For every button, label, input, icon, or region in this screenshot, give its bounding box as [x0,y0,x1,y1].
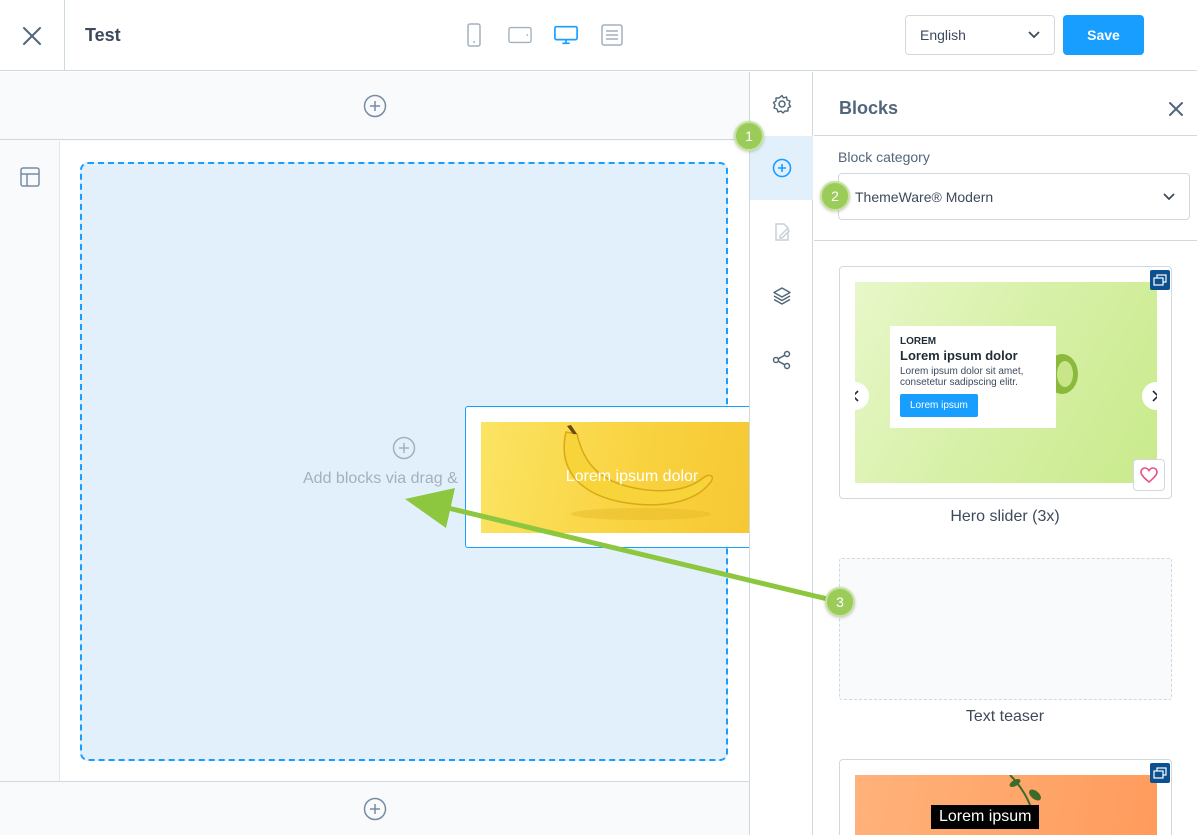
sidebar-slot [0,141,60,781]
block-category-area: Block category ThemeWare® Modern [814,136,1197,241]
drop-zone-hint: Add blocks via drag & [303,470,458,487]
block-card-hero-slider[interactable]: LOREM Lorem ipsum dolor Lorem ipsum dolo… [839,266,1172,499]
layers-icon [772,287,791,305]
hero-text-box: LOREM Lorem ipsum dolor Lorem ipsum dolo… [890,326,1056,428]
slider-stack-icon [1153,274,1167,286]
drag-preview-text: Lorem ipsum dolor [565,468,699,485]
add-section-icon[interactable] [363,94,387,118]
save-button[interactable]: Save [1063,15,1144,55]
blocks-panel: Blocks Block category ThemeWare® Modern … [814,72,1197,835]
chevron-left-icon [855,390,859,402]
orange-block-image: Lorem ipsum [855,775,1157,835]
sidebar-tool-rail [749,72,813,835]
block-label-text-teaser: Text teaser [965,708,1045,725]
device-switcher [462,22,624,48]
hero-slider-image: LOREM Lorem ipsum dolor Lorem ipsum dolo… [855,282,1157,483]
block-category-select[interactable]: ThemeWare® Modern [838,173,1190,220]
device-list-view-button[interactable] [600,22,624,48]
hero-body-text: Lorem ipsum dolor sit amet, consetetur s… [900,366,1024,388]
panel-title: Blocks [839,98,899,118]
step-marker-2: 2 [820,181,850,211]
rail-edit-button[interactable] [750,200,813,264]
block-label-hero-slider: Hero slider (3x) [950,508,1060,525]
chevron-down-icon [1163,192,1175,200]
banana-image: Lorem ipsum dolor [481,422,783,533]
language-value: English [920,27,966,43]
desktop-icon [554,25,578,45]
heart-icon [1140,467,1158,483]
list-view-icon [601,24,623,46]
slider-stack-icon [1153,767,1167,779]
chevron-down-icon [1028,31,1040,39]
tablet-icon [508,26,532,44]
block-type-badge [1150,270,1170,290]
rail-layers-button[interactable] [750,264,813,328]
close-icon [23,26,41,45]
language-select[interactable]: English [905,15,1055,55]
block-category-label: Block category [838,149,930,165]
chevron-right-icon [1152,390,1157,402]
device-mobile-button[interactable] [462,22,486,48]
device-desktop-button[interactable] [554,22,578,48]
block-type-badge [1150,763,1170,783]
panel-header: Blocks [814,72,1197,136]
block-category-value: ThemeWare® Modern [855,188,994,205]
close-icon [1169,102,1183,116]
mobile-icon [467,23,481,47]
edit-document-icon [774,223,790,241]
top-bar: Test English Save [0,0,1197,71]
block-card-text-teaser-placeholder[interactable] [839,558,1172,700]
add-section-bottom [0,781,749,835]
hero-headline: Lorem ipsum dolor [900,348,1018,363]
add-circle-icon [772,158,791,178]
share-icon [772,350,790,370]
hero-cta-button: Lorem ipsum [900,394,978,417]
layout-icon[interactable] [19,166,41,188]
gear-icon [772,94,791,114]
hero-overline: LOREM [900,336,937,347]
add-section-top [0,72,749,140]
device-tablet-button[interactable] [508,22,532,48]
block-image-caption: Lorem ipsum [931,805,1040,829]
step-marker-3: 3 [825,587,855,617]
add-section-icon[interactable] [363,797,387,821]
add-block-icon [392,436,416,460]
rail-share-button[interactable] [750,328,813,392]
page-title: Test [85,25,121,45]
step-marker-1: 1 [734,121,764,151]
block-card-image-text[interactable]: Lorem ipsum [839,759,1172,835]
favorite-button[interactable] [1133,459,1165,491]
close-editor-button[interactable] [0,0,65,71]
panel-close-button[interactable] [1166,99,1186,119]
